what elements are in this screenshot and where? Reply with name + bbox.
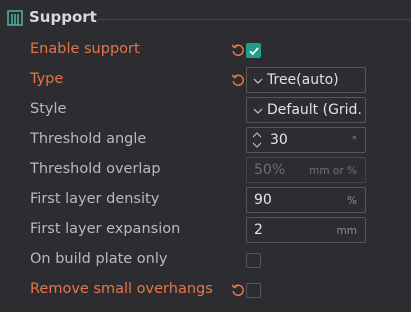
type-label: Type: [30, 71, 64, 87]
threshold-overlap-label: Threshold overlap: [30, 161, 161, 177]
row-first-layer-expansion: First layer expansion 2 mm: [0, 216, 411, 246]
checkmark-icon: [249, 47, 259, 56]
row-style: Style Default (Grid...: [0, 96, 411, 126]
row-on-build-plate-only: On build plate only: [0, 246, 411, 276]
row-enable-support: Enable support: [0, 36, 411, 66]
chevron-down-icon: [253, 108, 263, 114]
revert-icon[interactable]: [231, 43, 245, 57]
spin-arrows-icon[interactable]: [252, 131, 262, 149]
first-layer-expansion-input[interactable]: 2 mm: [246, 217, 366, 243]
threshold-overlap-input: 50% mm or %: [246, 157, 366, 183]
row-first-layer-density: First layer density 90 %: [0, 186, 411, 216]
revert-icon[interactable]: [231, 73, 245, 87]
row-type: Type Tree(auto): [0, 66, 411, 96]
first-layer-density-label: First layer density: [30, 191, 160, 207]
section-title: Support: [29, 8, 97, 26]
remove-small-overhangs-checkbox[interactable]: [246, 283, 261, 298]
first-layer-expansion-unit: mm: [336, 225, 357, 237]
type-value: Tree(auto): [267, 72, 339, 88]
first-layer-expansion-value: 2: [254, 222, 263, 238]
threshold-angle-label: Threshold angle: [30, 131, 147, 147]
style-value: Default (Grid...: [267, 102, 363, 118]
threshold-overlap-value: 50%: [254, 162, 286, 178]
first-layer-density-unit: %: [347, 195, 357, 207]
chevron-down-icon: [253, 78, 263, 84]
remove-small-overhangs-label: Remove small overhangs: [30, 281, 213, 297]
row-remove-small-overhangs: Remove small overhangs: [0, 276, 411, 306]
threshold-angle-value: 30: [270, 132, 288, 148]
on-build-plate-only-label: On build plate only: [30, 251, 168, 267]
enable-support-checkbox[interactable]: [246, 43, 261, 58]
revert-icon[interactable]: [231, 283, 245, 297]
threshold-overlap-unit: mm or %: [309, 165, 357, 177]
first-layer-expansion-label: First layer expansion: [30, 221, 181, 237]
row-threshold-angle: Threshold angle 30 °: [0, 126, 411, 156]
threshold-angle-input[interactable]: 30 °: [246, 127, 366, 153]
enable-support-label: Enable support: [30, 41, 140, 57]
type-dropdown[interactable]: Tree(auto): [246, 67, 366, 93]
threshold-angle-unit: °: [351, 135, 357, 147]
first-layer-density-input[interactable]: 90 %: [246, 187, 366, 213]
row-threshold-overlap: Threshold overlap 50% mm or %: [0, 156, 411, 186]
style-label: Style: [30, 101, 67, 117]
on-build-plate-only-checkbox[interactable]: [246, 253, 261, 268]
section-header: Support: [0, 0, 411, 38]
first-layer-density-value: 90: [254, 192, 272, 208]
support-icon: [7, 10, 23, 26]
section-divider: [98, 19, 411, 20]
style-dropdown[interactable]: Default (Grid...: [246, 97, 366, 123]
